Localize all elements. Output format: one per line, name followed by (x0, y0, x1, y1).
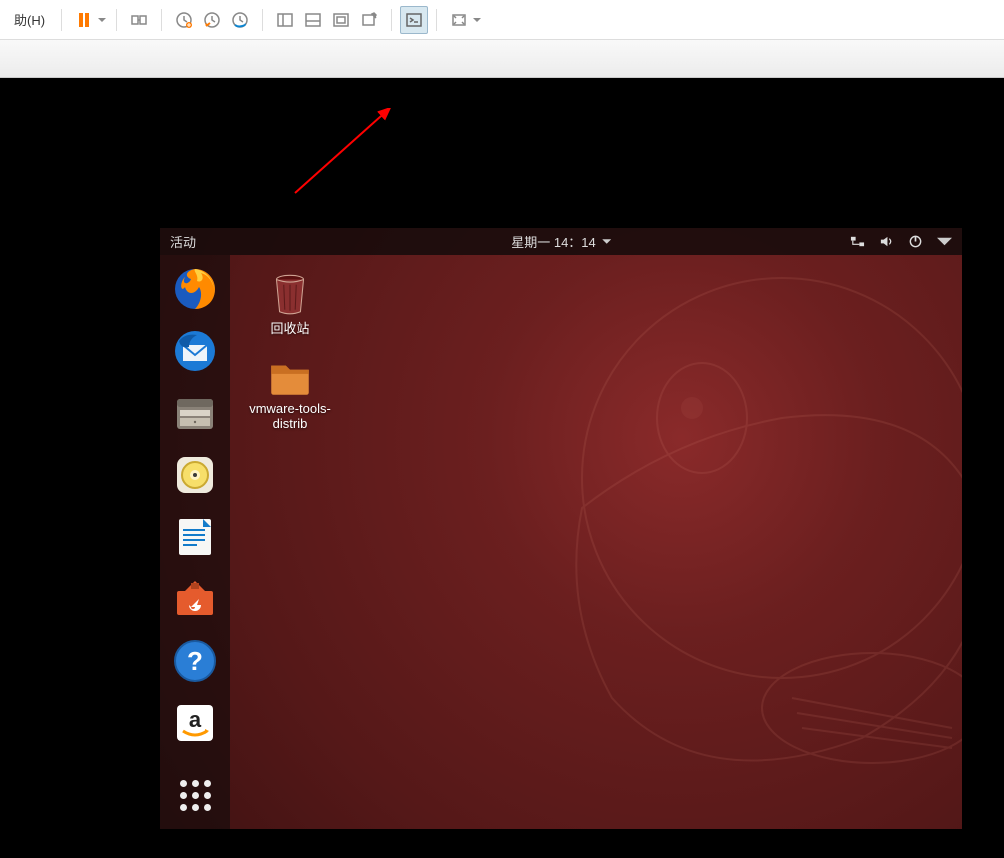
view-library-button[interactable] (271, 6, 299, 34)
dock-thunderbird[interactable] (171, 327, 219, 375)
desktop-trash-label: 回收站 (270, 318, 309, 337)
tab-bar (0, 40, 1004, 78)
desktop-folder-vmware-tools[interactable]: vmware-tools-distrib (240, 351, 340, 431)
separator (61, 9, 62, 31)
separator (262, 9, 263, 31)
send-ctrl-alt-del-button[interactable] (125, 6, 153, 34)
pause-button[interactable] (70, 6, 98, 34)
chevron-down-icon (937, 234, 952, 249)
ubuntu-top-panel: 活动 星期一 14：14 (160, 228, 962, 255)
trash-icon (265, 268, 315, 318)
annotation-arrow (290, 108, 410, 208)
fullscreen-dropdown[interactable] (471, 16, 483, 24)
menu-help[interactable]: 助(H) (6, 10, 53, 29)
separator (436, 9, 437, 31)
wallpaper-art (422, 258, 962, 818)
activities-button[interactable]: 活动 (170, 232, 196, 251)
separator (116, 9, 117, 31)
dock-help[interactable]: ? (171, 637, 219, 685)
dock-firefox[interactable] (171, 265, 219, 313)
desktop-folder-label: vmware-tools-distrib (240, 401, 340, 431)
ubuntu-desktop[interactable]: 活动 星期一 14：14 (160, 228, 962, 829)
ubuntu-dock: ? a (160, 255, 230, 829)
dock-libreoffice-writer[interactable] (171, 513, 219, 561)
snapshot-manager-button[interactable] (226, 6, 254, 34)
clock-area[interactable]: 星期一 14：14 (511, 232, 611, 251)
separator (391, 9, 392, 31)
view-thumbnail-button[interactable] (299, 6, 327, 34)
snapshot-take-button[interactable] (170, 6, 198, 34)
desktop-trash[interactable]: 回收站 (240, 268, 340, 337)
vm-viewport: 活动 星期一 14：14 (0, 78, 1004, 858)
dock-ubuntu-software[interactable] (171, 575, 219, 623)
pause-dropdown[interactable] (96, 16, 108, 24)
system-status-area[interactable] (850, 234, 952, 249)
desktop-icons: 回收站 vmware-tools-distrib (240, 268, 340, 431)
view-unity-button[interactable] (355, 6, 383, 34)
view-stretch-button[interactable] (327, 6, 355, 34)
snapshot-revert-button[interactable] (198, 6, 226, 34)
network-icon (850, 234, 865, 249)
power-icon (908, 234, 923, 249)
console-view-button[interactable] (400, 6, 428, 34)
clock-text: 星期一 14：14 (511, 232, 596, 251)
folder-icon (265, 351, 315, 401)
vmware-toolbar: 助(H) (0, 0, 1004, 40)
svg-text:a: a (189, 707, 202, 732)
fullscreen-button[interactable] (445, 6, 473, 34)
chevron-down-icon (602, 237, 611, 246)
dock-rhythmbox[interactable] (171, 451, 219, 499)
apps-grid-icon (180, 780, 211, 811)
volume-icon (879, 234, 894, 249)
dock-amazon[interactable]: a (171, 699, 219, 747)
dock-show-apps[interactable] (171, 771, 219, 819)
dock-files[interactable] (171, 389, 219, 437)
separator (161, 9, 162, 31)
svg-text:?: ? (187, 646, 203, 676)
